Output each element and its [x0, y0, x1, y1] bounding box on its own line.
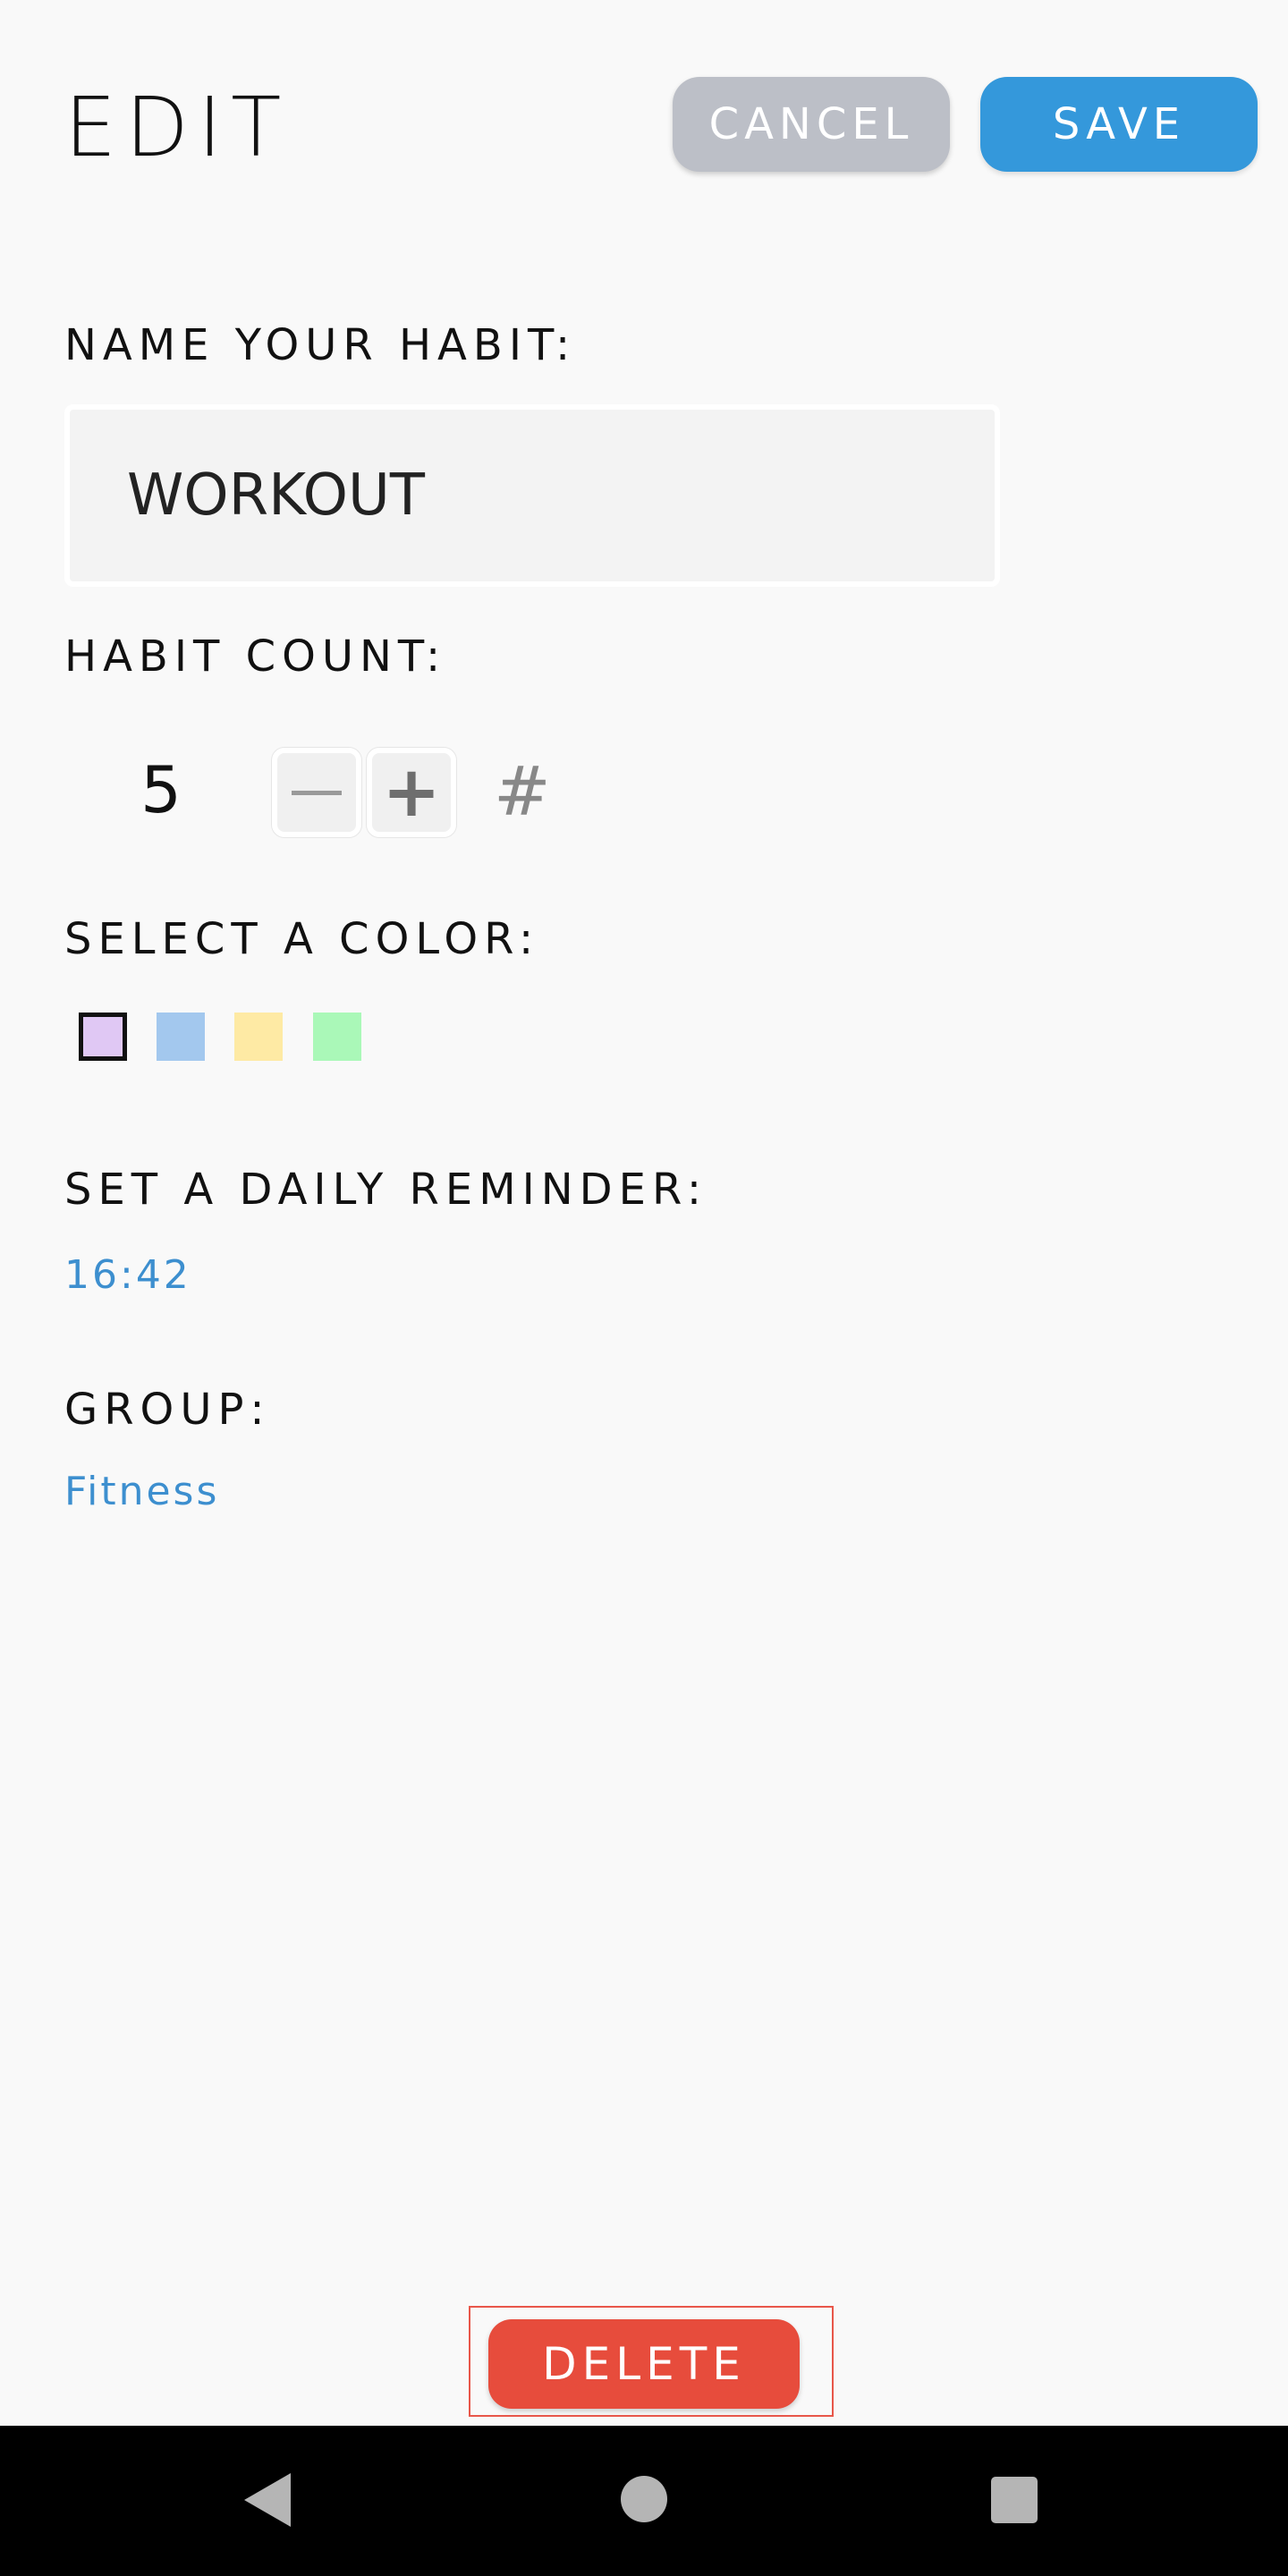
recents-icon[interactable] [991, 2477, 1038, 2523]
habit-count-label: HABIT COUNT: [64, 631, 447, 682]
decrement-button[interactable] [272, 748, 361, 837]
habit-name-value: WORKOUT [127, 462, 425, 529]
hash-icon: # [494, 751, 551, 831]
minus-icon [292, 790, 342, 795]
habit-count-value: 5 [140, 752, 182, 827]
color-swatch[interactable] [157, 1013, 205, 1061]
select-color-label: SELECT A COLOR: [64, 914, 540, 964]
reminder-time-link[interactable]: 16:42 [64, 1250, 191, 1301]
save-button[interactable]: SAVE [980, 77, 1258, 172]
daily-reminder-label: SET A DAILY REMINDER: [64, 1165, 708, 1215]
color-swatch[interactable] [313, 1013, 361, 1061]
page-title: EDIT [64, 80, 291, 175]
plus-icon: + [382, 752, 441, 833]
back-icon[interactable] [244, 2473, 291, 2527]
delete-button[interactable]: DELETE [488, 2319, 800, 2409]
color-swatch[interactable] [234, 1013, 283, 1061]
habit-name-input[interactable]: WORKOUT [64, 404, 1000, 587]
habit-name-label: NAME YOUR HABIT: [64, 320, 577, 370]
color-swatch[interactable] [79, 1013, 127, 1061]
home-icon[interactable] [621, 2476, 667, 2522]
cancel-button[interactable]: CANCEL [673, 77, 950, 172]
increment-button[interactable]: + [367, 748, 456, 837]
group-link[interactable]: Fitness [64, 1467, 219, 1517]
group-label: GROUP: [64, 1385, 271, 1435]
